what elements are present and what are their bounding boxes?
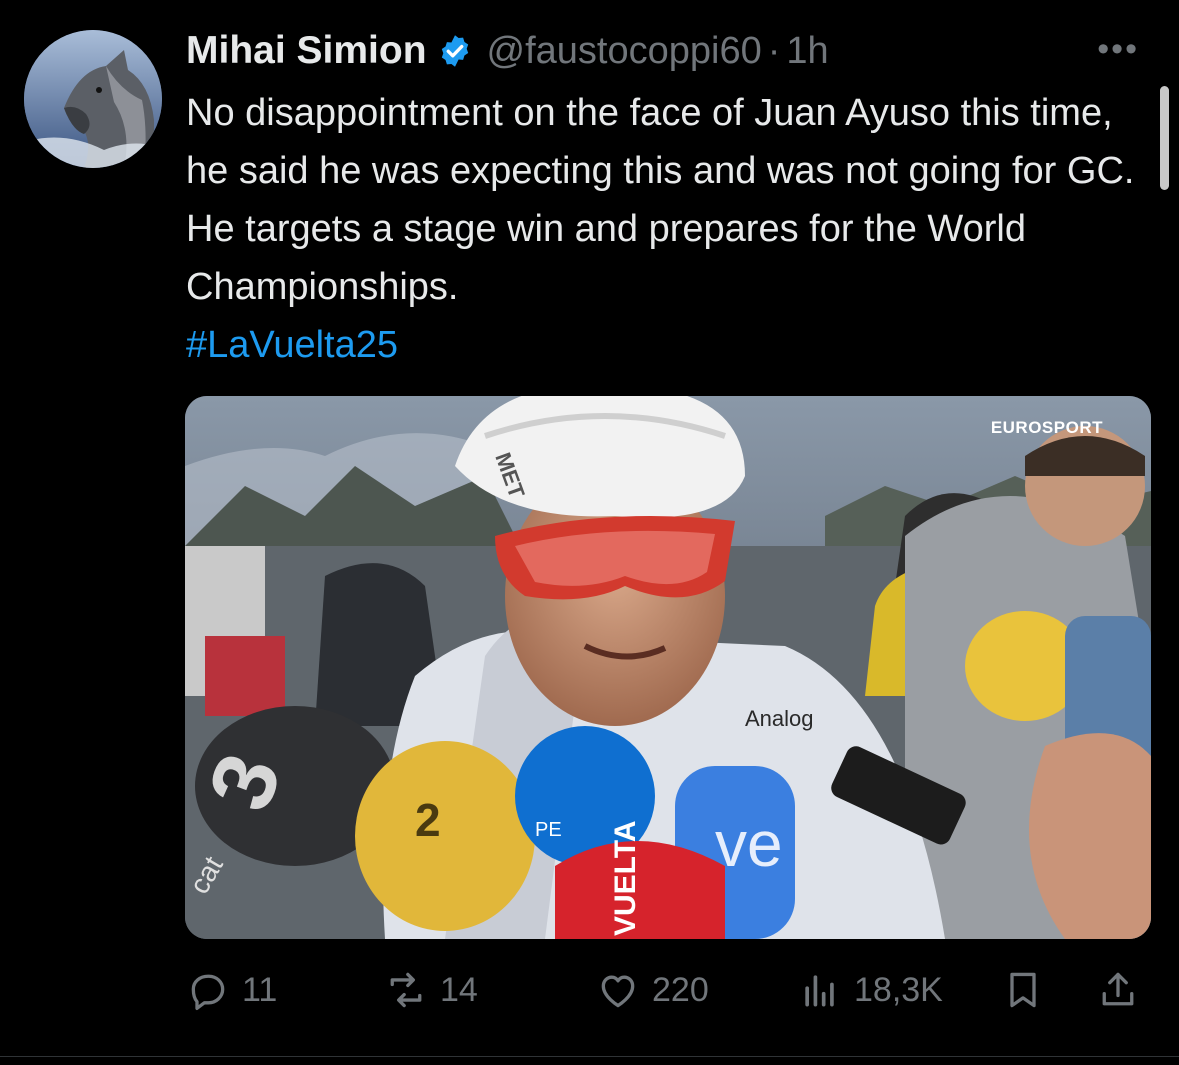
post-media-image[interactable]: 3 cat 2 PE ve VUELTA Analog MET EUROSPOR… <box>185 396 1151 939</box>
share-button[interactable] <box>1096 960 1140 1020</box>
mic-label-ve: ve <box>715 808 783 880</box>
views-count: 18,3K <box>854 970 943 1009</box>
wolf-avatar-image <box>24 30 162 168</box>
mic-label-pe: PE <box>535 819 562 841</box>
reply-icon <box>191 974 225 1010</box>
mic-label-2: 2 <box>415 794 441 846</box>
post-header: Mihai Simion @faustocoppi60 · 1h ••• <box>186 26 1139 76</box>
author-name[interactable]: Mihai Simion <box>186 29 427 73</box>
bookmark-icon <box>1010 972 1036 1008</box>
post-text: No disappointment on the face of Juan Ay… <box>186 92 1135 308</box>
like-button[interactable]: 220 <box>596 960 709 1020</box>
author-handle[interactable]: @faustocoppi60 <box>487 30 762 73</box>
repost-button[interactable]: 14 <box>384 960 478 1020</box>
post-text-block: No disappointment on the face of Juan Ay… <box>186 84 1161 374</box>
eurosport-watermark: EUROSPORT <box>990 418 1103 437</box>
verified-badge-icon <box>441 35 468 67</box>
share-icon <box>1102 972 1134 1006</box>
views-button[interactable]: 18,3K <box>798 960 943 1020</box>
views-icon <box>805 975 834 1007</box>
action-bar: 11 14 220 18,3K <box>186 960 1146 1020</box>
time-separator: · <box>767 29 781 72</box>
reply-count: 11 <box>242 970 278 1009</box>
bookmark-button[interactable] <box>1001 960 1045 1020</box>
scrollbar[interactable] <box>1160 86 1169 190</box>
like-icon <box>601 975 635 1008</box>
mic-label-vuelta: VUELTA <box>609 820 642 936</box>
jersey-label-analog: Analog <box>745 706 814 731</box>
reply-button[interactable]: 11 <box>186 960 277 1020</box>
repost-count: 14 <box>440 970 478 1009</box>
interview-photo: 3 cat 2 PE ve VUELTA Analog MET <box>185 396 1151 939</box>
like-count: 220 <box>652 970 709 1009</box>
post-time[interactable]: 1h <box>786 30 828 73</box>
repost-icon <box>390 972 422 1008</box>
hashtag-link[interactable]: #LaVuelta25 <box>186 316 1161 374</box>
divider <box>0 1056 1179 1057</box>
avatar[interactable] <box>24 30 162 168</box>
more-options-icon[interactable]: ••• <box>1097 30 1139 69</box>
